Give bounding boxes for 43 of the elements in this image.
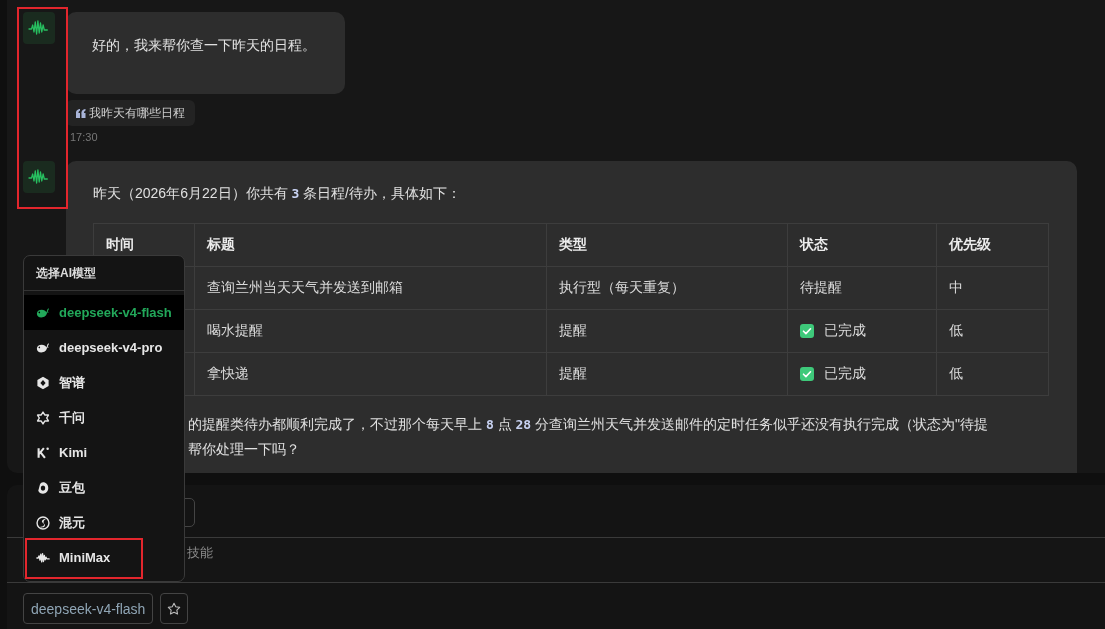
table-cell: 拿快递 bbox=[194, 352, 547, 396]
table-cell: 提醒 bbox=[546, 352, 788, 396]
k-logo-icon bbox=[36, 445, 50, 460]
waveform-icon bbox=[36, 550, 50, 565]
table-cell: 喝水提醒 bbox=[194, 309, 547, 353]
hexagon-icon bbox=[36, 375, 50, 390]
status-text: 待提醒 bbox=[800, 279, 842, 297]
message-text: 帮你处理一下吗？ bbox=[188, 440, 301, 459]
ring-icon bbox=[36, 480, 50, 495]
column-header: 类型 bbox=[546, 223, 788, 267]
menu-title: 选择AI模型 bbox=[24, 256, 184, 291]
model-option[interactable]: Kimi bbox=[24, 435, 184, 470]
favorite-button[interactable] bbox=[160, 593, 189, 624]
message-text: 的提醒类待办都顺利完成了，不过那个每天早上 8 点 28 分查询兰州天气并发送邮件的定时任务似乎还没有执行完成（状态为"待提 bbox=[188, 415, 989, 434]
message-text: 好的，我来帮你查一下昨天的日程。 bbox=[92, 36, 317, 55]
column-header: 状态 bbox=[787, 223, 937, 267]
message-time: 17:30 bbox=[69, 130, 98, 144]
model-option[interactable]: 智谱 bbox=[24, 365, 184, 400]
table-cell: 中 bbox=[936, 266, 1049, 310]
model-option[interactable]: 千问 bbox=[24, 400, 184, 435]
table-cell: 执行型（每天重复） bbox=[546, 266, 788, 310]
column-header: 优先级 bbox=[936, 223, 1049, 267]
table-cell: 提醒 bbox=[546, 309, 788, 353]
model-button[interactable]: deepseek-v4-flash bbox=[23, 593, 154, 624]
model-option[interactable]: deepseek-v4-pro bbox=[24, 330, 184, 365]
model-option[interactable]: deepseek-v4-flash bbox=[24, 295, 184, 330]
star-icon bbox=[167, 601, 182, 616]
hexagram-icon bbox=[36, 410, 50, 425]
model-option[interactable]: 混元 bbox=[24, 505, 184, 540]
model-option[interactable]: MiniMax bbox=[24, 540, 184, 575]
message-text: 昨天（2026年6月22日）你共有 3 条日程/待办，具体如下： bbox=[93, 184, 462, 203]
table-cell: 查询兰州当天天气并发送到邮箱 bbox=[194, 266, 547, 310]
status-text: 已完成 bbox=[824, 365, 866, 383]
swirl-icon bbox=[36, 515, 50, 530]
table-cell: 低 bbox=[936, 352, 1049, 396]
column-header: 标题 bbox=[194, 223, 547, 267]
status-text: 已完成 bbox=[824, 322, 866, 340]
quote-chip[interactable]: 我昨天有哪些日程 bbox=[66, 100, 195, 126]
quote-icon bbox=[76, 108, 86, 118]
waveform-avatar-icon bbox=[23, 161, 55, 193]
waveform-avatar-icon bbox=[23, 12, 55, 44]
quote-text: 我昨天有哪些日程 bbox=[89, 104, 185, 122]
table-cell: 低 bbox=[936, 309, 1049, 353]
